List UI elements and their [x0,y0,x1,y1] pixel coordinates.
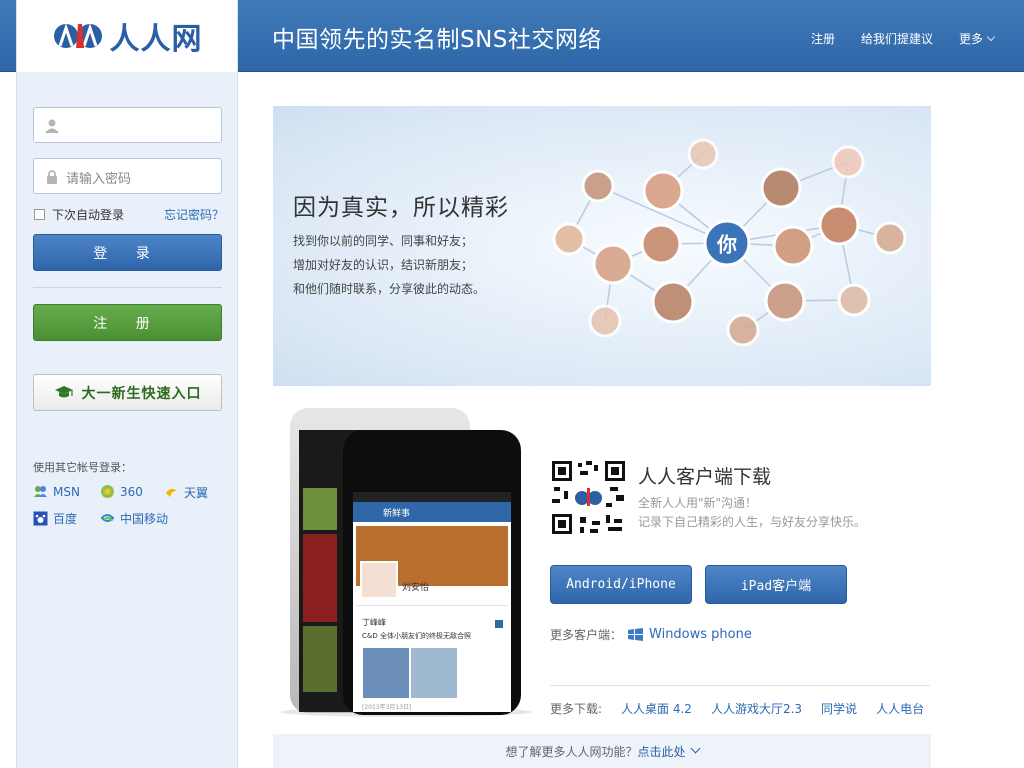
center-you-label: 你 [717,232,737,257]
login-china-mobile[interactable]: 中国移动 [100,510,168,527]
phone-post-text: C&D 全体小朋友们的终极无敌合照 [362,632,471,640]
phone-post-author: 丁峰峰 [362,618,386,627]
china-mobile-label: 中国移动 [120,512,169,526]
client-subtitle-2: 记录下自己精彩的人生，与好友分享快乐。 [638,515,867,529]
freshman-button-label: 大一新生快速入口 [81,385,202,402]
renren-logo-icon [53,23,102,48]
forgot-password-link[interactable]: 忘记密码？ [164,206,224,223]
more-clients-label: 更多客户端： [550,628,623,642]
phones-illustration [281,408,531,717]
nav-feedback-link[interactable]: 给我们提建议 [861,30,933,47]
divider [33,287,222,288]
ipad-label: iPad客户端 [740,579,812,594]
phone-user-name: 刘安怡 [402,583,430,593]
password-input[interactable]: 请输入密码 [33,158,222,194]
login-tianyi[interactable]: 天翼 [164,484,208,501]
client-subtitle-1: 全新人人用"新"沟通！ [638,496,758,510]
baidu-icon [33,511,48,526]
login-sidebar: 人人网 请输入密码 下次自动登录 忘记密码？ 登 录 注 册 大一新生快速入口 [16,0,238,768]
tianyi-label: 天翼 [184,486,209,500]
learn-more-link[interactable]: 点击此处 [638,743,686,760]
phone-feed-title: 新鲜事 [383,509,411,519]
learn-more-text: 想了解更多人人网功能？ [505,744,638,759]
china-mobile-icon [100,514,115,522]
msn-icon [34,486,47,497]
remember-label: 下次自动登录 [52,208,125,222]
qr-code-icon [550,459,627,536]
remember-checkbox[interactable] [34,209,45,220]
graduation-cap-icon [54,385,73,397]
login-button[interactable]: 登 录 [33,234,222,271]
logo-text: 人人网 [109,22,203,57]
download-radio-link[interactable]: 人人电台 [876,700,924,717]
login-msn[interactable]: MSN [33,484,80,499]
nav-register-link[interactable]: 注册 [811,30,835,47]
android-iphone-download-button[interactable]: Android/iPhone [550,565,692,604]
divider [550,685,930,686]
download-tongxueshuo-link[interactable]: 同学说 [821,700,857,717]
username-input[interactable] [33,107,222,143]
360-icon [101,485,114,498]
tianyi-icon [166,488,177,497]
login-baidu[interactable]: 百度 [33,510,77,527]
remember-me[interactable]: 下次自动登录 [34,206,124,223]
client-download-title: 人人客户端下载 [638,466,772,488]
lock-icon [47,170,57,184]
download-game-hall-link[interactable]: 人人游戏大厅2.3 [711,700,802,717]
msn-label: MSN [53,484,80,499]
more-downloads-label: 更多下载: [550,702,603,716]
nav-more-menu[interactable]: 更多 [958,30,996,47]
hero-banner: 因为真实，所以精彩 找到你以前的同学、同事和好友； 增加对好友的认识，结识新朋友… [273,106,931,386]
chevron-down-icon[interactable] [690,743,700,753]
more-clients-row: 更多客户端： Windows phone [550,626,752,643]
header-nav: 注册 给我们提建议 更多 [811,30,996,47]
windows-icon [628,628,644,641]
register-button-label: 注 册 [93,315,162,332]
header-slogan: 中国领先的实名制SNS社交网络 [272,27,602,53]
logo[interactable]: 人人网 [17,0,237,72]
android-iphone-label: Android/iPhone [566,577,676,592]
other-login-label: 使用其它帐号登录： [33,461,132,474]
learn-more-bar: 想了解更多人人网功能？ 点击此处 [273,734,931,768]
chevron-down-icon [986,32,996,42]
freshman-entry-button[interactable]: 大一新生快速入口 [33,374,222,411]
ipad-download-button[interactable]: iPad客户端 [705,565,847,604]
baidu-label: 百度 [53,512,78,526]
friend-network-graphic [552,138,907,347]
register-button[interactable]: 注 册 [33,304,222,341]
nav-more-label: 更多 [958,32,983,46]
download-desktop-link[interactable]: 人人桌面 4.2 [621,700,692,717]
windows-phone-link[interactable]: Windows phone [649,627,752,642]
login-button-label: 登 录 [93,245,162,262]
login-360[interactable]: 360 [100,484,143,499]
password-placeholder: 请输入密码 [66,172,132,187]
phone-date: [2013年3月13日] [362,704,412,711]
more-downloads-row: 更多下载: 人人桌面 4.2 人人游戏大厅2.3 同学说 人人电台 [550,700,924,717]
user-icon [45,119,59,133]
360-label: 360 [120,484,143,499]
